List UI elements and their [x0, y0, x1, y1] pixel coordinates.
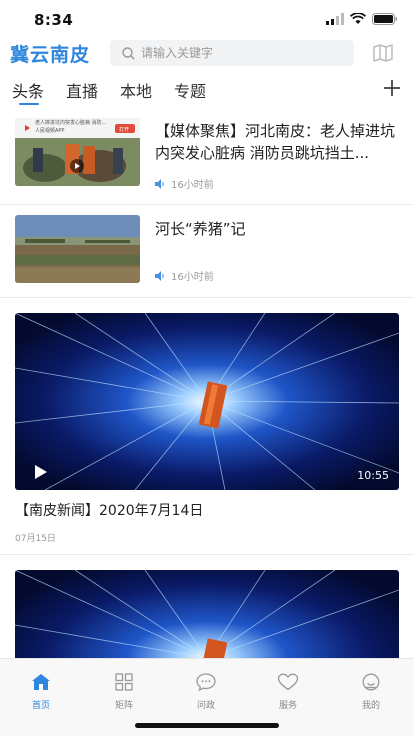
user-icon: [362, 673, 380, 691]
chat-icon: [196, 673, 216, 692]
map-icon[interactable]: [372, 43, 394, 63]
news-title: 河长“养猪”记: [155, 220, 246, 238]
news-thumbnail: [15, 215, 140, 283]
news-time: 16小时前: [171, 180, 214, 191]
nav-home[interactable]: 首页: [11, 673, 71, 711]
search-box[interactable]: [110, 40, 354, 66]
thumb-banner-text: 老人摔进坑内突发心脏病 消防...: [35, 120, 107, 126]
news-item[interactable]: 老人摔进坑内突发心脏病 消防... 人民视频APP 打开 【媒体聚焦】河北南皮：…: [0, 108, 414, 205]
status-bar: 8:34: [0, 0, 414, 40]
news-feed: 老人摔进坑内突发心脏病 消防... 人民视频APP 打开 【媒体聚焦】河北南皮：…: [0, 108, 414, 658]
nav-inquiry[interactable]: 问政: [176, 673, 236, 711]
tab-headlines[interactable]: 头条: [12, 78, 44, 102]
play-icon[interactable]: [33, 464, 49, 480]
home-indicator: [135, 723, 279, 728]
video-date: 07月15日: [15, 534, 56, 544]
news-thumbnail: 老人摔进坑内突发心脏病 消防... 人民视频APP 打开: [15, 118, 140, 186]
search-input[interactable]: [141, 46, 341, 60]
thumb-app-name: 人民视频APP: [35, 128, 65, 134]
home-icon: [32, 674, 50, 690]
nav-label: 问政: [196, 701, 215, 711]
video-thumbnail[interactable]: 10:55: [15, 313, 399, 490]
nav-label: 我的: [361, 701, 380, 711]
video-thumbnail[interactable]: [15, 570, 399, 658]
news-meta: 16小时前: [155, 176, 214, 191]
tab-live[interactable]: 直播: [66, 78, 98, 102]
video-title: 【南皮新闻】2020年7月14日: [15, 503, 204, 519]
nav-label: 首页: [31, 701, 50, 711]
channel-tabs: 头条 直播 本地 专题: [0, 72, 414, 108]
nav-matrix[interactable]: 矩阵: [94, 673, 154, 711]
search-icon: [122, 46, 135, 60]
app-header: 冀云南皮: [0, 40, 414, 70]
news-title: 【媒体聚焦】河北南皮：老人掉进坑内突发心脏病 消防员跳坑挡土...: [155, 122, 396, 162]
battery-icon: [372, 13, 397, 25]
nav-label: 服务: [278, 701, 297, 711]
bottom-nav: 首页 矩阵 问政 服务 我的: [0, 658, 414, 736]
heart-icon: [277, 673, 299, 691]
nav-services[interactable]: 服务: [258, 673, 318, 711]
video-item[interactable]: [0, 555, 414, 658]
status-icons: [326, 13, 398, 25]
audio-icon: [155, 270, 164, 281]
thumb-open-label: 打开: [119, 127, 130, 133]
news-meta: 16小时前: [155, 268, 214, 283]
tab-local[interactable]: 本地: [120, 78, 152, 102]
app-logo: 冀云南皮: [10, 44, 91, 66]
news-item[interactable]: 河长“养猪”记 16小时前: [0, 205, 414, 298]
active-tab-indicator: [19, 103, 39, 105]
video-item[interactable]: 10:55 【南皮新闻】2020年7月14日 07月15日: [0, 298, 414, 555]
nav-profile[interactable]: 我的: [341, 673, 401, 711]
signal-icon: [326, 13, 344, 25]
status-time: 8:34: [34, 11, 74, 29]
news-time: 16小时前: [171, 272, 214, 283]
add-channel-icon[interactable]: [382, 78, 402, 98]
wifi-icon: [350, 13, 366, 24]
grid-icon: [115, 673, 133, 691]
nav-label: 矩阵: [114, 701, 133, 711]
tab-topics[interactable]: 专题: [174, 78, 206, 102]
audio-icon: [155, 178, 164, 189]
video-duration: 10:55: [357, 469, 389, 482]
